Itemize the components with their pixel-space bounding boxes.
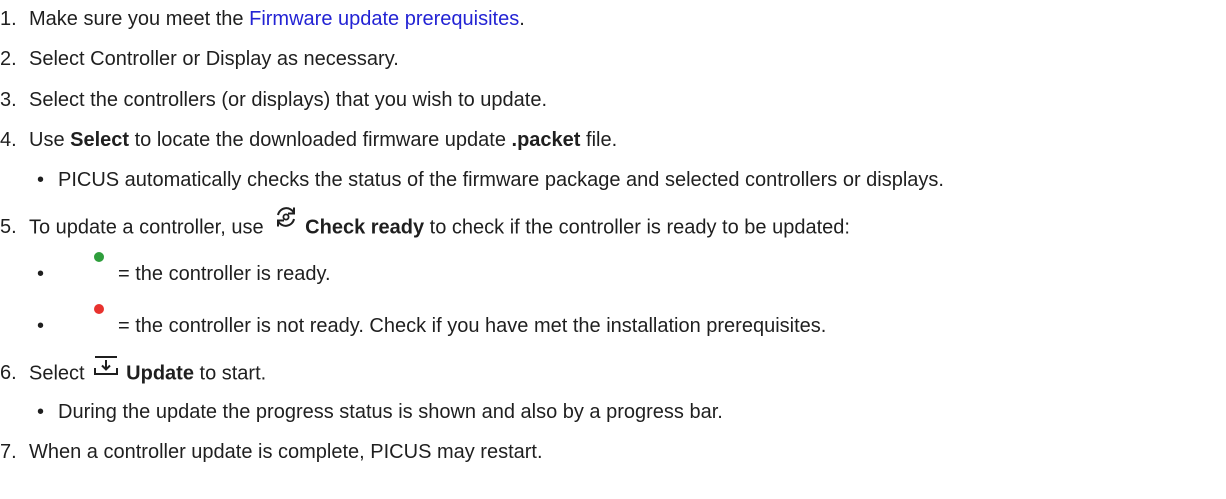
step-number: 1. [0, 8, 17, 30]
step-text: When a controller update is complete, PI… [29, 441, 543, 463]
step-text-end: . [519, 8, 525, 30]
step-text: To update a controller, use [29, 216, 270, 239]
status-dot-green-icon [94, 252, 104, 262]
bullet-marker: • [37, 169, 45, 191]
step-text: Select the controllers (or displays) tha… [29, 89, 548, 111]
download-icon [92, 355, 120, 383]
bullet-marker: • [37, 401, 45, 423]
step-text: Select Controller or Display as necessar… [29, 48, 399, 70]
step-7: 7. When a controller update is complete, … [0, 440, 543, 464]
step-number: 5. [0, 216, 17, 239]
refresh-icon [273, 204, 299, 236]
step-text: Select [29, 362, 91, 385]
step-4-bullet: PICUS automatically checks the status of… [58, 169, 944, 191]
step-number: 6. [0, 362, 17, 385]
step-5: 5. To update a controller, use Check read… [0, 207, 850, 244]
step-text-mid: to locate the downloaded firmware update [129, 129, 512, 151]
update-label: Update [126, 362, 194, 385]
status-dot-red-icon [94, 304, 104, 314]
instructions-page: 1. Make sure you meet the Firmware update… [0, 0, 1226, 499]
step-number: 4. [0, 129, 17, 151]
step-text-end: to start. [193, 362, 267, 385]
step-6: 6. Select Update to start. [0, 356, 267, 388]
bullet-marker: • [37, 263, 45, 285]
step-3: 3. Select the controllers (or displays) t… [0, 88, 547, 112]
select-label: Select [70, 129, 130, 151]
step-number: 7. [0, 441, 17, 463]
step-4: 4. Use Select to locate the downloaded fi… [0, 128, 617, 152]
not-ready-description: = the controller is not ready. Check if … [118, 315, 827, 337]
packet-extension: .packet [511, 129, 581, 151]
step-number: 2. [0, 48, 17, 70]
bullet-marker: • [37, 315, 45, 337]
step-number: 3. [0, 89, 17, 111]
step-1: 1. Make sure you meet the Firmware update… [0, 7, 525, 31]
step-text-end: to check if the controller is ready to b… [424, 216, 850, 239]
ready-description: = the controller is ready. [118, 263, 331, 285]
step-text: Use [29, 129, 71, 151]
step-2: 2. Select Controller or Display as necess… [0, 47, 399, 71]
step-6-bullet: During the update the progress status is… [58, 401, 723, 423]
firmware-prerequisites-link[interactable]: Firmware update prerequisites [249, 8, 519, 30]
check-ready-label: Check ready [305, 216, 425, 239]
step-text-end: file. [580, 129, 618, 151]
step-text: Make sure you meet the [29, 8, 250, 30]
